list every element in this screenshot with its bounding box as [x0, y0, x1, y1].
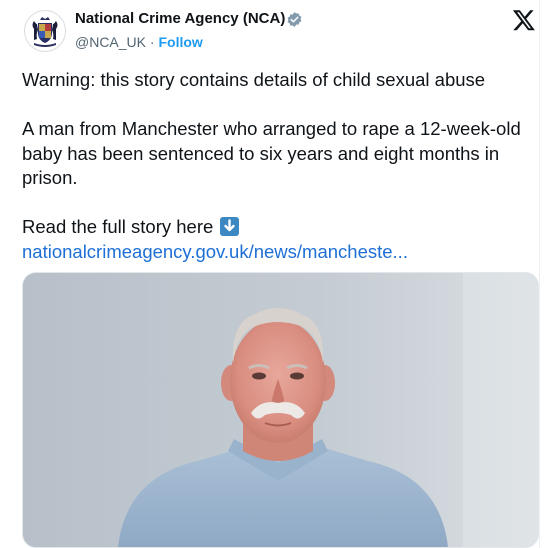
author-handle-line: @NCA_UK · Follow — [75, 34, 203, 50]
handle-separator: · — [149, 34, 155, 50]
card-border — [539, 0, 540, 548]
x-logo-icon[interactable] — [512, 8, 536, 32]
tweet-image[interactable] — [22, 272, 539, 548]
follow-button[interactable]: Follow — [158, 34, 202, 50]
author-handle[interactable]: @NCA_UK — [75, 34, 146, 50]
read-more-text: Read the full story here — [22, 216, 214, 237]
tweet-card: National Crime Agency (NCA) @NCA_UK · Fo… — [0, 0, 548, 548]
down-arrow-emoji-icon — [220, 217, 240, 236]
author-name[interactable]: National Crime Agency (NCA) — [75, 10, 285, 27]
story-link[interactable]: nationalcrimeagency.gov.uk/news/manchest… — [22, 241, 408, 262]
verified-badge-icon — [287, 12, 302, 27]
avatar[interactable] — [24, 10, 66, 52]
body-text: A man from Manchester who arranged to ra… — [22, 118, 521, 188]
tweet-text: Warning: this story contains details of … — [22, 68, 537, 264]
nca-crest-icon — [32, 17, 58, 47]
mugshot-photo — [23, 273, 538, 547]
read-more-line: Read the full story here — [22, 215, 537, 240]
warning-text: Warning: this story contains details of … — [22, 69, 486, 90]
